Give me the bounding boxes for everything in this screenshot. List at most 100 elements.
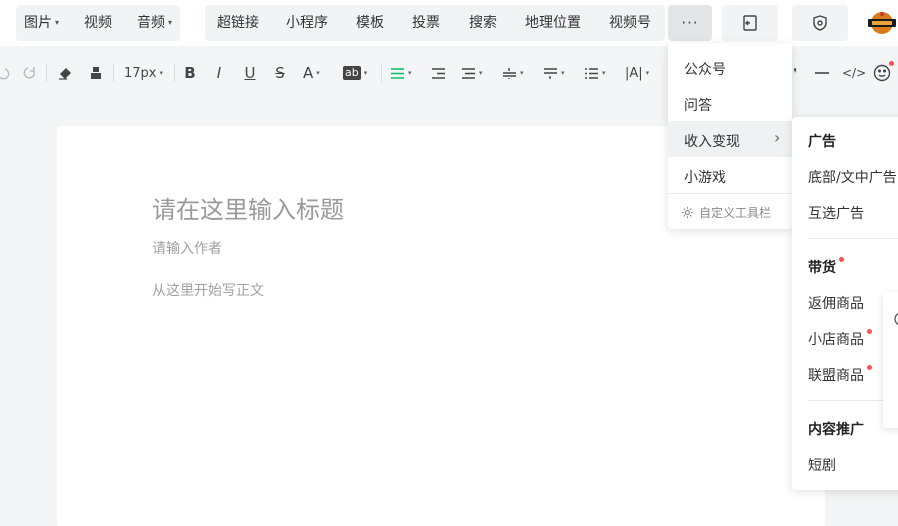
eraser-icon (59, 68, 71, 80)
avatar-logo-icon (868, 12, 896, 34)
divider (46, 64, 47, 82)
list-menu[interactable]: ▾ (584, 62, 606, 84)
line-spacing-icon (462, 67, 475, 79)
divider (668, 193, 792, 194)
background-color-button[interactable]: ab ▾ (343, 62, 367, 84)
caret-down-icon: ▾ (55, 18, 60, 27)
redo-button[interactable] (21, 62, 39, 84)
section-header-commerce: 带货 (808, 260, 836, 276)
undo-button[interactable] (0, 62, 10, 84)
indent-button[interactable] (431, 62, 446, 84)
submenu-item-commission-products[interactable]: 返佣商品 (808, 293, 864, 313)
divider-line-button[interactable] (813, 62, 831, 84)
monetization-label: 收入变现 (684, 134, 740, 150)
format-painter-icon (91, 67, 101, 79)
side-floating-panel (883, 292, 898, 428)
more-dropdown: 公众号 问答 收入变现 › 小游戏 自定义工具栏 (668, 43, 792, 229)
letter-spacing-icon: |A| (625, 65, 643, 81)
quote-icon: ❜ (793, 66, 797, 80)
caret-down-icon: ▾ (168, 18, 173, 27)
line-spacing-menu[interactable]: ▾ (461, 62, 483, 84)
spacing-icon (544, 67, 557, 79)
font-color-icon: A (303, 64, 314, 82)
letter-spacing-menu[interactable]: |A| ▾ (625, 62, 649, 84)
video-label: 视频 (84, 15, 112, 31)
media-group: 图片 ▾ 视频 音频 ▾ (16, 5, 180, 41)
mini-program-button[interactable]: 小程序 (286, 5, 328, 41)
import-article-button[interactable] (722, 5, 778, 41)
image-menu[interactable]: 图片 ▾ (24, 5, 59, 41)
chevron-right-icon: › (774, 128, 781, 147)
underline-button[interactable]: U (242, 62, 258, 84)
more-button[interactable]: ··· (668, 5, 712, 41)
code-icon: </> (842, 66, 867, 80)
divider (381, 64, 382, 82)
spacing-after-menu[interactable]: ▾ (543, 62, 565, 84)
location-button[interactable]: 地理位置 (525, 5, 581, 41)
import-icon (743, 15, 757, 31)
security-check-button[interactable] (792, 5, 848, 41)
shield-icon (813, 15, 827, 31)
template-button[interactable]: 模板 (356, 5, 384, 41)
menu-item-monetization[interactable]: 收入变现 › (668, 121, 792, 157)
title-input[interactable]: 请在这里输入标题 (152, 190, 344, 225)
submenu-item-short-drama[interactable]: 短剧 (808, 455, 836, 475)
top-insert-bar: 图片 ▾ 视频 音频 ▾ 超链接 小程序 模板 投票 搜索 地理位置 视频号 ··· (0, 0, 898, 46)
customize-toolbar-button[interactable]: 自定义工具栏 (681, 204, 771, 220)
body-editor[interactable]: 从这里开始写正文 (152, 280, 264, 300)
submenu-item-bottom-ads[interactable]: 底部/文中广告 (808, 167, 897, 187)
format-painter-button[interactable] (86, 62, 106, 84)
new-badge (839, 257, 844, 262)
eraser-button[interactable] (55, 62, 75, 84)
submenu-item-mutual-ads[interactable]: 互选广告 (808, 203, 864, 223)
menu-item-qa[interactable]: 问答 (684, 95, 712, 115)
section-header-ads: 广告 (808, 134, 836, 150)
emoji-icon (873, 64, 891, 82)
font-color-button[interactable]: A ▾ (303, 62, 320, 84)
list-icon (585, 67, 598, 79)
video-button[interactable]: 视频 (84, 5, 112, 41)
caret-down-icon: ▾ (602, 69, 606, 77)
caret-down-icon: ▾ (159, 69, 164, 77)
audio-menu[interactable]: 音频 ▾ (137, 5, 172, 41)
caret-down-icon: ▾ (408, 69, 412, 77)
divider (808, 238, 898, 239)
strikethrough-button[interactable]: S (272, 62, 288, 84)
caret-down-icon: ▾ (479, 69, 483, 77)
vote-button[interactable]: 投票 (412, 5, 440, 41)
circle-icon (894, 313, 898, 325)
customize-label: 自定义工具栏 (699, 205, 772, 220)
caret-down-icon: ▾ (561, 69, 565, 77)
paragraph-spacing-icon (503, 67, 516, 79)
divider (113, 64, 114, 82)
submenu-item-shop-products[interactable]: 小店商品 (808, 329, 864, 349)
menu-item-mini-game[interactable]: 小游戏 (684, 167, 726, 187)
align-menu[interactable]: ▾ (390, 62, 412, 84)
author-input[interactable]: 请输入作者 (152, 238, 222, 258)
new-badge (889, 61, 894, 66)
redo-icon (23, 67, 36, 79)
caret-down-icon: ▾ (645, 69, 650, 77)
code-button[interactable]: </> (842, 62, 866, 84)
more-icon: ··· (681, 14, 699, 32)
italic-button[interactable]: I (211, 62, 227, 84)
avatar[interactable] (866, 9, 898, 37)
align-justify-icon (391, 67, 404, 79)
bold-button[interactable]: B (182, 62, 198, 84)
insert-group: 超链接 小程序 模板 投票 搜索 地理位置 视频号 (205, 5, 665, 41)
new-badge (867, 329, 872, 334)
font-size-select[interactable]: 17px ▾ (124, 62, 163, 84)
image-label: 图片 (24, 15, 52, 31)
hyperlink-button[interactable]: 超链接 (217, 5, 259, 41)
paragraph-spacing-menu[interactable]: ▾ (502, 62, 524, 84)
section-header-content-promo: 内容推广 (808, 422, 864, 438)
caret-down-icon: ▾ (363, 69, 368, 77)
channels-button[interactable]: 视频号 (609, 5, 651, 41)
caret-down-icon: ▾ (316, 69, 320, 77)
background-color-icon: ab (343, 66, 361, 80)
menu-item-official-account[interactable]: 公众号 (684, 59, 726, 79)
caret-down-icon: ▾ (520, 69, 524, 77)
font-size-value: 17px (124, 65, 157, 81)
search-button[interactable]: 搜索 (469, 5, 497, 41)
submenu-item-alliance-products[interactable]: 联盟商品 (808, 365, 864, 385)
